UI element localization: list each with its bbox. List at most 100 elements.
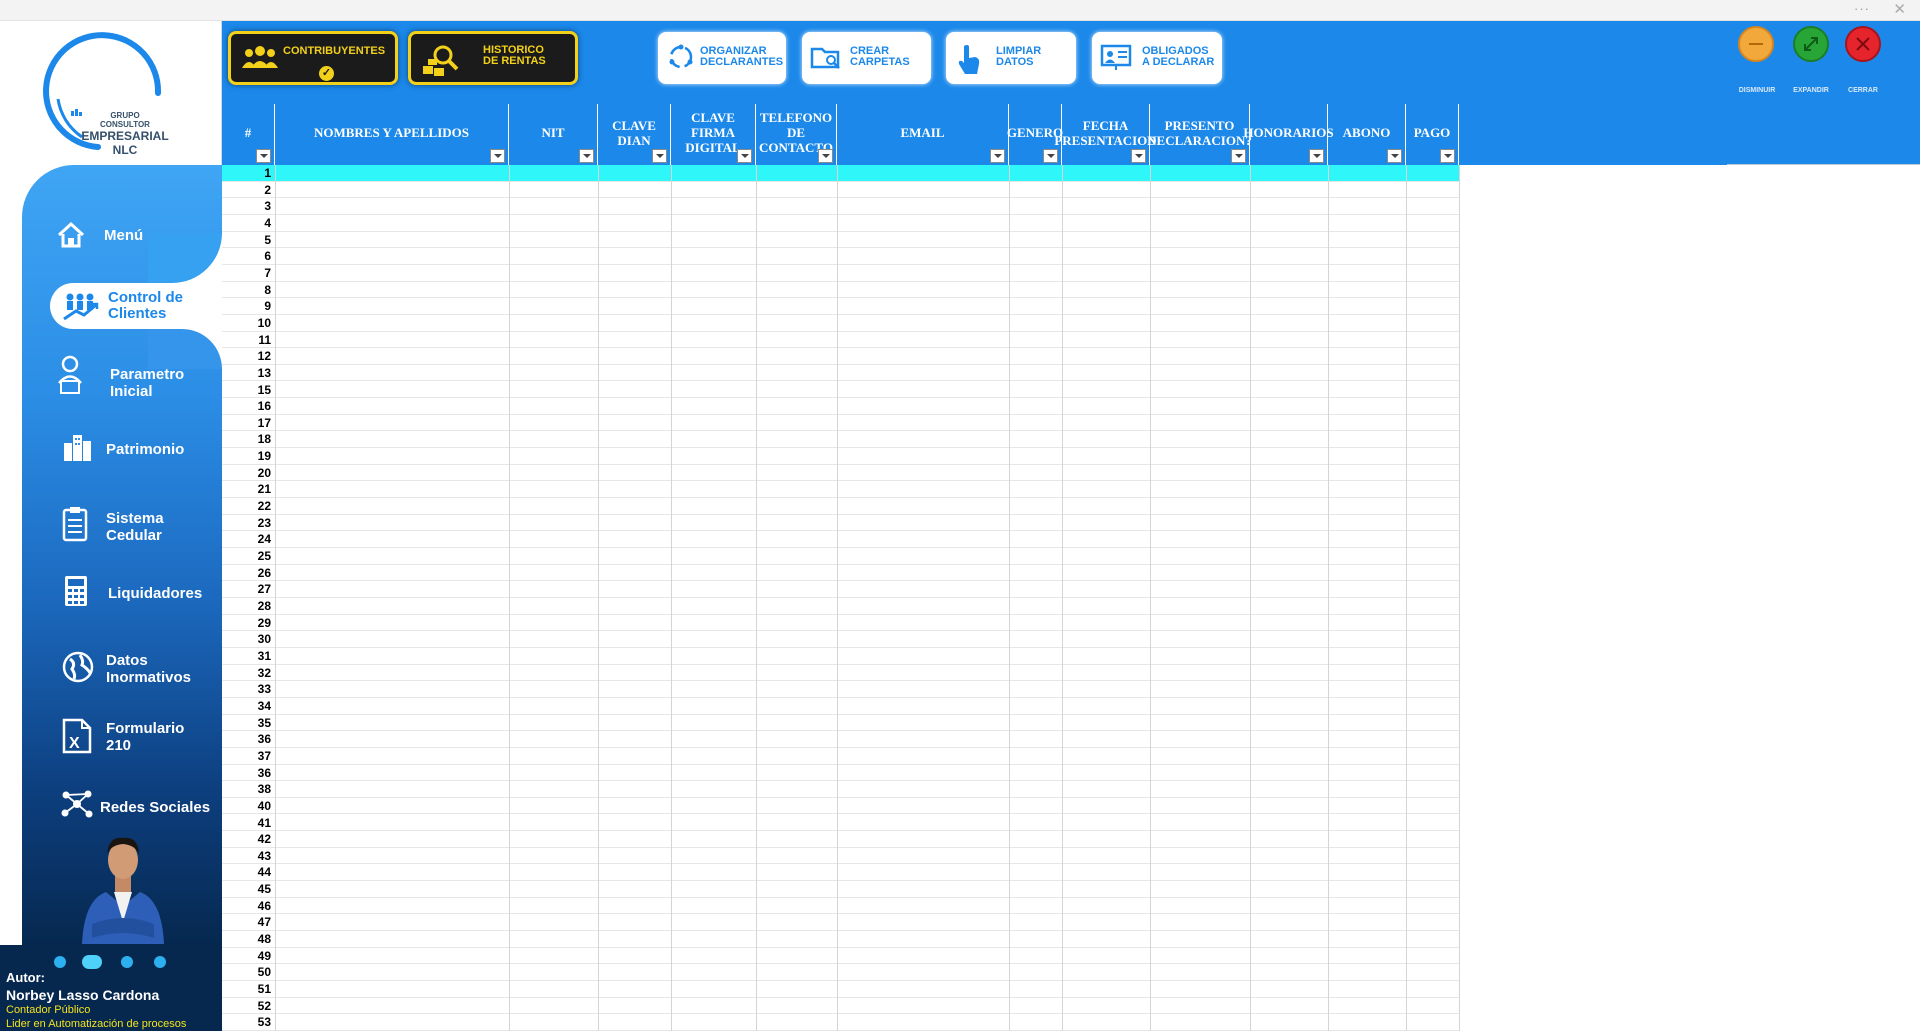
table-row[interactable]: 22 [222, 498, 1459, 515]
table-row[interactable]: 7 [222, 265, 1459, 282]
table-row[interactable]: 1 [222, 165, 1459, 182]
table-row[interactable]: 26 [222, 565, 1459, 582]
expand-button[interactable] [1793, 26, 1829, 62]
limpiar-datos-button[interactable]: LIMPIAR DATOS [946, 32, 1076, 84]
table-row[interactable]: 53 [222, 1014, 1459, 1031]
table-row[interactable]: 44 [222, 864, 1459, 882]
filter-dropdown-icon[interactable] [256, 149, 271, 163]
filter-dropdown-icon[interactable] [1131, 149, 1146, 163]
table-row[interactable]: 27 [222, 581, 1459, 598]
table-row[interactable]: 35 [222, 715, 1459, 732]
sidebar-item-datos-informativos[interactable]: Datos Inormativos [22, 639, 222, 699]
filter-dropdown-icon[interactable] [737, 149, 752, 163]
table-row[interactable]: 45 [222, 881, 1459, 898]
carousel-dot-2-active[interactable] [82, 955, 102, 969]
window-close-icon[interactable]: ✕ [1893, 0, 1906, 18]
table-row[interactable]: 30 [222, 631, 1459, 648]
table-row[interactable]: 29 [222, 615, 1459, 632]
datos-line1: Datos [106, 652, 148, 669]
minimize-button[interactable] [1738, 26, 1774, 62]
table-row[interactable]: 33 [222, 681, 1459, 698]
col-header-honorarios[interactable]: HONORARIOS [1243, 104, 1334, 165]
col-header-presento[interactable]: PRESENTO DECLARACION? [1147, 104, 1252, 165]
col-header-telefono[interactable]: TELEFONO DE CONTACTO [756, 104, 837, 165]
historico-rentas-button[interactable]: HISTORICO DE RENTAS [408, 31, 578, 85]
filter-dropdown-icon[interactable] [818, 149, 833, 163]
table-row[interactable]: 19 [222, 448, 1459, 465]
table-row[interactable]: 36 [222, 731, 1459, 748]
sidebar-item-control-clientes[interactable]: Control de Clientes [50, 283, 222, 329]
table-row[interactable]: 17 [222, 415, 1459, 432]
filter-dropdown-icon[interactable] [652, 149, 667, 163]
table-row[interactable]: 20 [222, 465, 1459, 482]
table-row[interactable]: 11 [222, 332, 1459, 349]
table-row[interactable]: 28 [222, 598, 1459, 615]
table-row[interactable]: 12 [222, 348, 1459, 365]
filter-dropdown-icon[interactable] [1043, 149, 1058, 163]
col-header-email[interactable]: EMAIL [837, 104, 1009, 165]
table-row[interactable]: 49 [222, 948, 1459, 965]
table-row[interactable]: 4 [222, 215, 1459, 232]
filter-dropdown-icon[interactable] [1309, 149, 1324, 163]
table-row[interactable]: 34 [222, 698, 1459, 715]
carousel-dot-1[interactable] [54, 956, 66, 968]
col-header-nit[interactable]: NIT [509, 104, 598, 165]
table-row[interactable]: 18 [222, 431, 1459, 449]
table-row[interactable]: 23 [222, 515, 1459, 532]
organizar-declarantes-button[interactable]: ORGANIZAR DECLARANTES [658, 32, 786, 84]
table-row[interactable]: 9 [222, 298, 1459, 315]
col-header-nombres[interactable]: NOMBRES Y APELLIDOS [275, 104, 509, 165]
table-row[interactable]: 48 [222, 931, 1459, 948]
author-photo [78, 826, 168, 949]
filter-dropdown-icon[interactable] [1387, 149, 1402, 163]
crear-carpetas-button[interactable]: CREAR CARPETAS [802, 32, 931, 84]
col-header-pago[interactable]: PAGO [1406, 104, 1459, 165]
table-row[interactable]: 46 [222, 898, 1459, 915]
table-row[interactable]: 43 [222, 848, 1459, 865]
contribuyentes-button[interactable]: CONTRIBUYENTES ✓ [228, 31, 398, 85]
filter-dropdown-icon[interactable] [1231, 149, 1246, 163]
filter-dropdown-icon[interactable] [490, 149, 505, 163]
sidebar-item-liquidadores[interactable]: Liquidadores [22, 567, 222, 627]
table-row[interactable]: 51 [222, 981, 1459, 998]
filter-dropdown-icon[interactable] [990, 149, 1005, 163]
table-row[interactable]: 13 [222, 365, 1459, 382]
col-header-fecha[interactable]: FECHA PRESENTACION [1054, 104, 1157, 165]
carousel-dot-3[interactable] [121, 956, 133, 968]
sidebar-item-patrimonio[interactable]: Patrimonio [22, 423, 222, 483]
table-row[interactable]: 5 [222, 232, 1459, 249]
col-header-abono[interactable]: ABONO [1328, 104, 1406, 165]
table-row[interactable]: 52 [222, 998, 1459, 1015]
col-header-clave_dian[interactable]: CLAVE DIAN [598, 104, 671, 165]
col-header-clave_firma[interactable]: CLAVE FIRMA DIGITAL [671, 104, 756, 165]
table-row[interactable]: 50 [222, 964, 1459, 982]
table-row[interactable]: 32 [222, 665, 1459, 682]
col-header-num[interactable]: # [222, 104, 275, 165]
table-row[interactable]: 36 [222, 765, 1459, 782]
close-button[interactable] [1845, 26, 1881, 62]
carousel-dot-4[interactable] [154, 956, 166, 968]
table-row[interactable]: 37 [222, 748, 1459, 765]
table-row[interactable]: 47 [222, 914, 1459, 932]
table-row[interactable]: 24 [222, 531, 1459, 549]
table-row[interactable]: 10 [222, 315, 1459, 332]
obligados-declarar-button[interactable]: OBLIGADOS A DECLARAR [1092, 32, 1222, 84]
table-row[interactable]: 8 [222, 282, 1459, 299]
table-row[interactable]: 40 [222, 798, 1459, 815]
table-row[interactable]: 38 [222, 781, 1459, 798]
sidebar-item-formulario-210[interactable]: X Formulario 210 [22, 708, 222, 768]
table-row[interactable]: 41 [222, 815, 1459, 832]
table-row[interactable]: 15 [222, 382, 1459, 399]
table-row[interactable]: 42 [222, 831, 1459, 848]
table-row[interactable]: 25 [222, 548, 1459, 565]
table-row[interactable]: 3 [222, 198, 1459, 215]
filter-dropdown-icon[interactable] [1440, 149, 1455, 163]
table-row[interactable]: 16 [222, 398, 1459, 415]
more-options-icon[interactable]: ··· [1854, 1, 1870, 16]
sidebar-item-sistema-cedular[interactable]: Sistema Cedular [22, 498, 222, 558]
filter-dropdown-icon[interactable] [579, 149, 594, 163]
table-row[interactable]: 21 [222, 481, 1459, 499]
table-row[interactable]: 31 [222, 648, 1459, 665]
table-row[interactable]: 2 [222, 182, 1459, 199]
table-row[interactable]: 6 [222, 248, 1459, 265]
